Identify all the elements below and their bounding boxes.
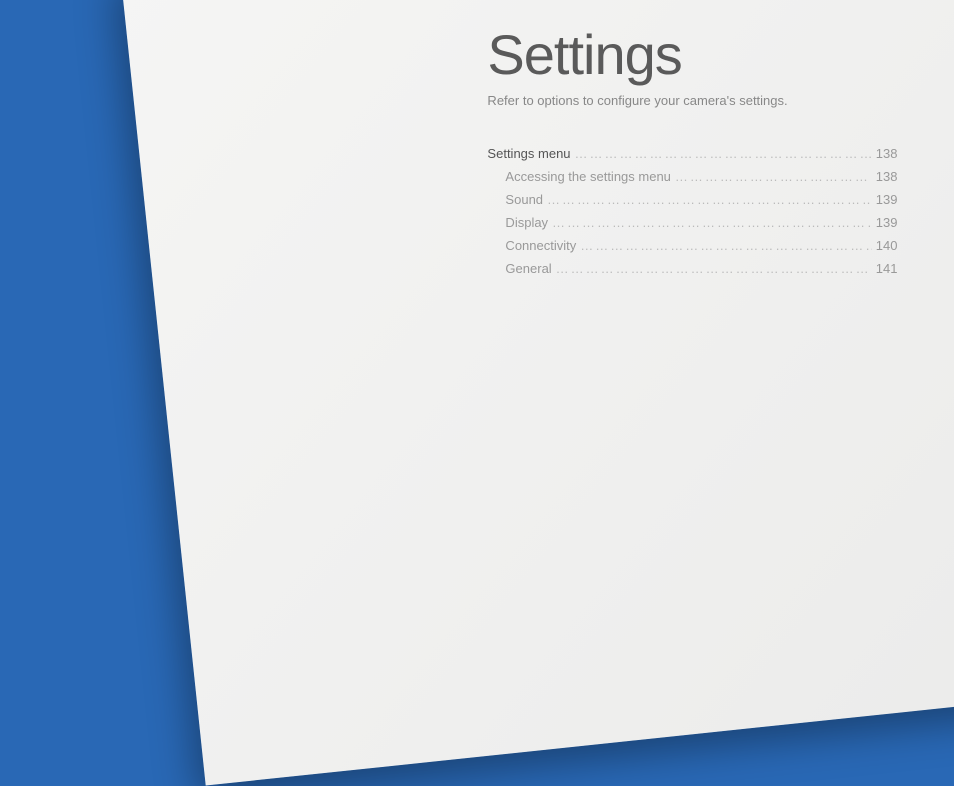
toc-page-number: 140: [876, 238, 898, 253]
toc-leader-dots: [556, 261, 872, 276]
toc-page-number: 138: [876, 169, 898, 184]
toc-label: Accessing the settings menu: [505, 169, 670, 184]
toc-page-number: 139: [876, 192, 898, 207]
toc-page-number: 139: [876, 215, 898, 230]
toc-label: Connectivity: [505, 238, 576, 253]
toc-page-number: 141: [876, 261, 898, 276]
page-subtitle: Refer to options to configure your camer…: [487, 93, 954, 108]
toc-label: General: [505, 261, 551, 276]
toc-leader-dots: [552, 215, 872, 230]
toc-leader-dots: [580, 238, 871, 253]
toc-label: Sound: [505, 192, 543, 207]
toc-entry-sub[interactable]: General 141: [487, 261, 897, 276]
toc-label: Display: [505, 215, 548, 230]
toc-entry-sub[interactable]: Display 139: [487, 215, 897, 230]
toc-leader-dots: [547, 192, 872, 207]
toc-entry-main[interactable]: Settings menu 138: [487, 146, 897, 161]
table-of-contents: Settings menu 138 Accessing the settings…: [487, 146, 897, 276]
toc-entry-sub[interactable]: Accessing the settings menu 138: [487, 169, 897, 184]
toc-page-number: 138: [876, 146, 898, 161]
toc-entry-sub[interactable]: Connectivity 140: [487, 238, 897, 253]
toc-leader-dots: [575, 146, 872, 161]
toc-label: Settings menu: [487, 146, 570, 161]
page-content: Settings Refer to options to configure y…: [487, 22, 954, 284]
toc-entry-sub[interactable]: Sound 139: [487, 192, 897, 207]
toc-leader-dots: [675, 169, 872, 184]
page-title: Settings: [487, 22, 954, 87]
document-page: Settings Refer to options to configure y…: [120, 0, 954, 786]
